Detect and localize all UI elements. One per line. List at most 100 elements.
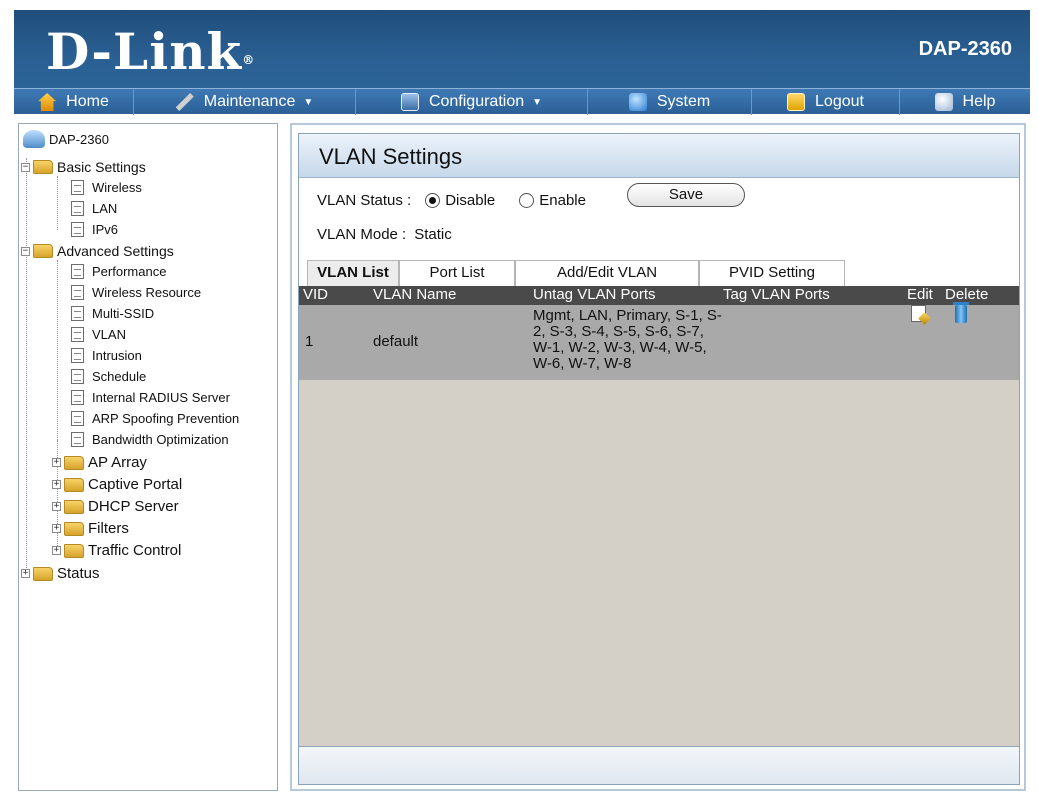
tree-item-label: IPv6 [92, 222, 119, 237]
page-icon [71, 348, 84, 363]
cell-untag-ports: Mgmt, LAN, Primary, S-1, S-2, S-3, S-4, … [533, 307, 722, 372]
tree-item-bandwidth[interactable]: Bandwidth Optimization [71, 432, 229, 447]
tree-item-label: Internal RADIUS Server [92, 390, 230, 405]
tree-advanced-label: Advanced Settings [57, 243, 174, 259]
disable-label: Disable [445, 192, 496, 209]
page-icon [71, 264, 84, 279]
vlan-table-header: VID VLAN Name Untag VLAN Ports Tag VLAN … [299, 286, 1019, 305]
content-panel: VLAN Settings VLAN Status : Disable Enab… [290, 123, 1026, 791]
tree-connector [57, 176, 58, 230]
tree-item-intrusion[interactable]: Intrusion [71, 348, 142, 363]
tree-item-label: Multi-SSID [92, 306, 155, 321]
cell-vid: 1 [305, 333, 314, 350]
folder-icon [64, 455, 84, 470]
expand-icon[interactable]: + [52, 502, 61, 511]
expand-icon[interactable]: + [52, 458, 61, 467]
folder-icon [64, 543, 84, 558]
expand-icon[interactable]: + [52, 480, 61, 489]
title-bar: VLAN Settings [299, 134, 1019, 178]
trash-icon[interactable] [953, 302, 969, 323]
tree-item-arp[interactable]: ARP Spoofing Prevention [71, 411, 239, 426]
page-icon [71, 306, 84, 321]
tree-folder-dhcp-server[interactable]: + DHCP Server [52, 498, 179, 515]
tree-root-device[interactable]: DAP-2360 [23, 130, 109, 148]
nav-help[interactable]: Help [900, 89, 1030, 115]
col-edit: Edit [907, 286, 933, 303]
page-icon [71, 327, 84, 342]
tab-add-edit-vlan[interactable]: Add/Edit VLAN [515, 260, 699, 286]
col-tag-ports: Tag VLAN Ports [723, 286, 830, 303]
save-button[interactable]: Save [627, 183, 745, 207]
tree-item-label: Intrusion [92, 348, 142, 363]
menu-tree: DAP-2360 − Basic Settings Wireless LAN I… [18, 123, 278, 791]
tree-item-label: Schedule [92, 369, 147, 384]
tree-item-radius[interactable]: Internal RADIUS Server [71, 390, 230, 405]
page-icon [71, 369, 84, 384]
nav-system[interactable]: System [588, 89, 752, 115]
tree-folder-filters[interactable]: + Filters [52, 520, 129, 537]
tree-item-label: Bandwidth Optimization [92, 432, 229, 447]
disk-icon [400, 93, 419, 111]
tree-item-label: Wireless Resource [92, 285, 202, 300]
folder-open-icon [33, 160, 53, 174]
key-icon [787, 93, 806, 111]
model-name: DAP-2360 [918, 38, 1012, 60]
tree-item-schedule[interactable]: Schedule [71, 369, 146, 384]
collapse-icon[interactable]: − [21, 246, 30, 256]
panel-footer [299, 746, 1019, 784]
tab-pvid-setting[interactable]: PVID Setting [699, 260, 845, 286]
enable-radio[interactable] [519, 193, 535, 208]
vlan-settings-frame: VLAN Settings VLAN Status : Disable Enab… [298, 133, 1020, 785]
page-icon [71, 180, 84, 195]
nav-logout[interactable]: Logout [752, 89, 900, 115]
dlink-logo: D-Link® [46, 22, 256, 81]
vlan-mode-label: VLAN Mode : [317, 226, 407, 243]
help-icon [934, 93, 953, 111]
tree-advanced-settings[interactable]: − Advanced Settings [21, 243, 174, 259]
tree-folder-traffic-control[interactable]: + Traffic Control [52, 542, 181, 559]
nav-configuration-label: Configuration [428, 93, 525, 110]
nav-system-label: System [656, 93, 711, 110]
header-banner: D-Link® DAP-2360 [14, 10, 1030, 88]
tree-item-label: VLAN [92, 327, 126, 342]
edit-icon[interactable] [911, 305, 926, 322]
tree-item-performance[interactable]: Performance [71, 264, 166, 279]
tree-status[interactable]: + Status [21, 565, 100, 582]
page-icon [71, 285, 84, 300]
tree-item-vlan[interactable]: VLAN [71, 327, 126, 342]
tree-item-lan[interactable]: LAN [71, 201, 117, 216]
nav-home-label: Home [66, 93, 109, 110]
tree-folder-label: Filters [88, 520, 129, 537]
tree-item-wireless-resource[interactable]: Wireless Resource [71, 285, 201, 300]
tree-folder-label: Captive Portal [88, 476, 183, 493]
tree-root-label: DAP-2360 [49, 131, 109, 147]
tree-item-ipv6[interactable]: IPv6 [71, 222, 118, 237]
disable-radio[interactable] [425, 193, 441, 208]
home-icon [38, 93, 57, 111]
col-delete: Delete [945, 286, 989, 303]
tab-port-list[interactable]: Port List [399, 260, 515, 286]
nav-home[interactable]: Home [14, 89, 134, 115]
tree-item-wireless[interactable]: Wireless [71, 180, 142, 195]
tree-folder-label: AP Array [88, 454, 147, 471]
page-icon [71, 411, 84, 426]
collapse-icon[interactable]: − [21, 162, 30, 172]
tree-item-multi-ssid[interactable]: Multi-SSID [71, 306, 154, 321]
tab-vlan-list[interactable]: VLAN List [307, 260, 399, 286]
folder-icon [64, 477, 84, 492]
expand-icon[interactable]: + [52, 546, 61, 555]
col-untag-ports: Untag VLAN Ports [533, 286, 656, 303]
tree-folder-captive-portal[interactable]: + Captive Portal [52, 476, 182, 493]
tree-connector [57, 260, 58, 440]
nav-configuration[interactable]: Configuration ▼ [356, 89, 588, 115]
expand-icon[interactable]: + [21, 569, 30, 578]
tree-folder-ap-array[interactable]: + AP Array [52, 454, 147, 471]
col-vlan-name: VLAN Name [373, 286, 457, 303]
nav-help-label: Help [962, 93, 996, 110]
nav-maintenance[interactable]: Maintenance ▼ [134, 89, 356, 115]
tree-item-label: ARP Spoofing Prevention [92, 411, 240, 426]
tree-basic-settings[interactable]: − Basic Settings [21, 159, 146, 175]
vlan-tabs: VLAN List Port List Add/Edit VLAN PVID S… [299, 258, 1019, 286]
tree-item-label: LAN [92, 201, 118, 216]
expand-icon[interactable]: + [52, 524, 61, 533]
